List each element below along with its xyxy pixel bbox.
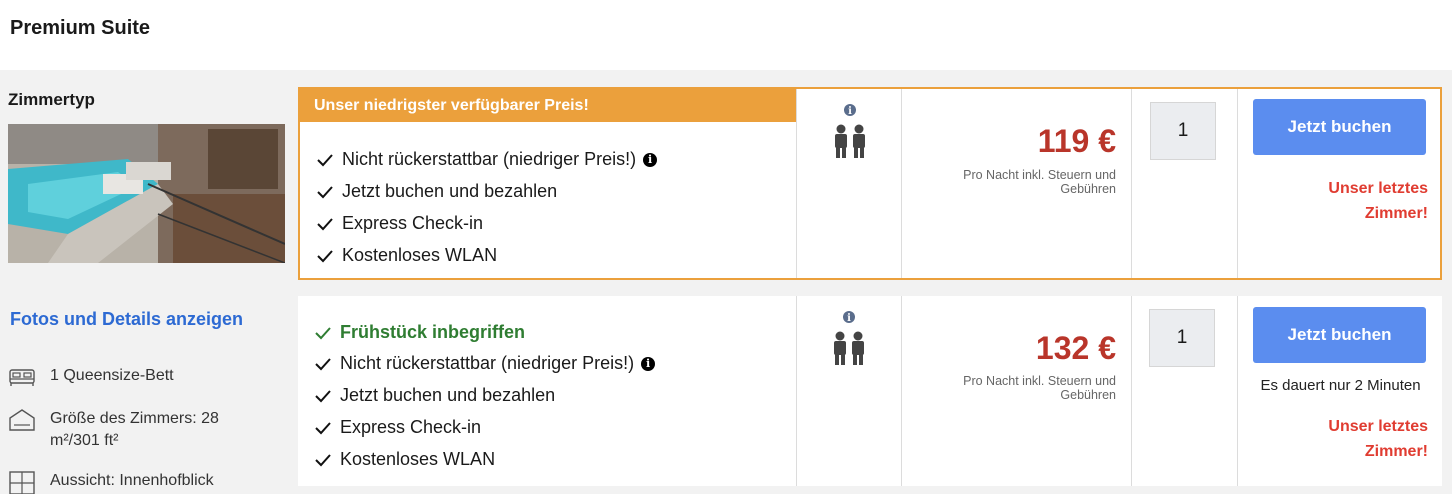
condition-text: Kostenloses WLAN xyxy=(342,245,498,265)
room-type-sidebar: Zimmertyp Fotos und Details anzeigen 1 Q… xyxy=(8,90,288,494)
bed-icon xyxy=(9,369,35,386)
feature-bed-text: 1 Queensize-Bett xyxy=(50,367,174,384)
rate-card-1: Unser niedrigster verfügbarer Preis! Nic… xyxy=(298,87,1442,280)
price-value: 132 € xyxy=(1035,330,1116,366)
room-photo[interactable] xyxy=(8,124,285,263)
condition-item: Express Check-in xyxy=(314,417,481,438)
last-room-notice: Unser letztes Zimmer! xyxy=(1328,180,1428,222)
guests-icon[interactable]: i xyxy=(832,310,866,368)
quantity-column: 1 xyxy=(1131,89,1238,278)
guests-icon[interactable]: i xyxy=(833,103,867,161)
price-value: 119 € xyxy=(1037,123,1116,159)
svg-text:i: i xyxy=(847,313,851,324)
checkmark-icon xyxy=(315,357,331,370)
info-icon[interactable]: i xyxy=(641,356,656,371)
condition-item: Express Check-in xyxy=(316,213,483,234)
price-note: Pro Nacht inkl. Steuern und Gebühren xyxy=(963,374,1116,402)
rate-card-2: Frühstück inbegriffen Nicht rückerstattb… xyxy=(298,296,1442,486)
condition-item: Jetzt buchen und bezahlen xyxy=(314,385,555,406)
occupancy-column: i xyxy=(796,296,902,486)
book-now-button[interactable]: Jetzt buchen xyxy=(1253,307,1426,363)
occupancy-column: i xyxy=(796,89,902,278)
room-quantity-select[interactable]: 1 xyxy=(1150,102,1216,160)
condition-item: Kostenloses WLAN xyxy=(316,245,497,266)
feature-view: Aussicht: Innenhofblick xyxy=(8,470,214,494)
condition-item: Jetzt buchen und bezahlen xyxy=(316,181,557,202)
page-title: Premium Suite xyxy=(10,17,151,39)
price-note: Pro Nacht inkl. Steuern und Gebühren xyxy=(963,168,1116,196)
checkmark-icon xyxy=(317,153,333,166)
checkmark-icon xyxy=(317,217,333,230)
price-column: 119 € Pro Nacht inkl. Steuern und Gebühr… xyxy=(901,89,1132,278)
feature-room-size-text: Größe des Zimmers: 28 m²/301 ft² xyxy=(50,410,219,449)
condition-text: Kostenloses WLAN xyxy=(340,449,496,469)
condition-item: Nicht rückerstattbar (niedriger Preis!) … xyxy=(314,353,656,374)
highlight-text: Frühstück inbegriffen xyxy=(340,322,526,342)
checkmark-icon xyxy=(315,389,331,402)
room-size-icon xyxy=(9,409,35,431)
booking-time-note: Es dauert nur 2 Minuten xyxy=(1260,377,1421,394)
condition-text: Jetzt buchen und bezahlen xyxy=(342,181,558,201)
svg-text:i: i xyxy=(848,106,852,117)
checkmark-icon xyxy=(317,185,333,198)
feature-view-text: Aussicht: Innenhofblick xyxy=(50,472,214,489)
condition-text: Nicht rückerstattbar (niedriger Preis!) xyxy=(342,149,637,169)
feature-bed: 1 Queensize-Bett xyxy=(8,365,174,389)
room-type-heading: Zimmertyp xyxy=(8,90,95,109)
booking-column: Jetzt buchen Unser letztes Zimmer! xyxy=(1237,89,1443,278)
book-now-button[interactable]: Jetzt buchen xyxy=(1253,99,1426,155)
info-icon[interactable]: i xyxy=(643,152,658,167)
condition-item: Nicht rückerstattbar (niedriger Preis!) … xyxy=(316,149,658,170)
checkmark-icon xyxy=(315,421,331,434)
booking-column: Jetzt buchen Es dauert nur 2 Minuten Uns… xyxy=(1237,296,1443,486)
room-quantity-select[interactable]: 1 xyxy=(1149,309,1215,367)
checkmark-icon xyxy=(317,249,333,262)
lowest-price-badge: Unser niedrigster verfügbarer Preis! xyxy=(300,89,796,122)
green-checkmark-icon xyxy=(315,326,331,339)
last-room-notice: Unser letztes Zimmer! xyxy=(1328,418,1428,460)
quantity-column: 1 xyxy=(1131,296,1238,486)
price-column: 132 € Pro Nacht inkl. Steuern und Gebühr… xyxy=(901,296,1132,486)
feature-room-size: Größe des Zimmers: 28 m²/301 ft² xyxy=(8,408,250,452)
checkmark-icon xyxy=(315,453,331,466)
breakfast-included: Frühstück inbegriffen xyxy=(314,322,525,343)
photos-details-link[interactable]: Fotos und Details anzeigen xyxy=(10,309,243,330)
condition-text: Jetzt buchen und bezahlen xyxy=(340,385,556,405)
window-view-icon xyxy=(9,471,35,494)
rooftop-pool-image xyxy=(8,124,285,263)
condition-item: Kostenloses WLAN xyxy=(314,449,495,470)
condition-text: Express Check-in xyxy=(340,417,482,437)
condition-text: Nicht rückerstattbar (niedriger Preis!) xyxy=(340,353,635,373)
condition-text: Express Check-in xyxy=(342,213,484,233)
